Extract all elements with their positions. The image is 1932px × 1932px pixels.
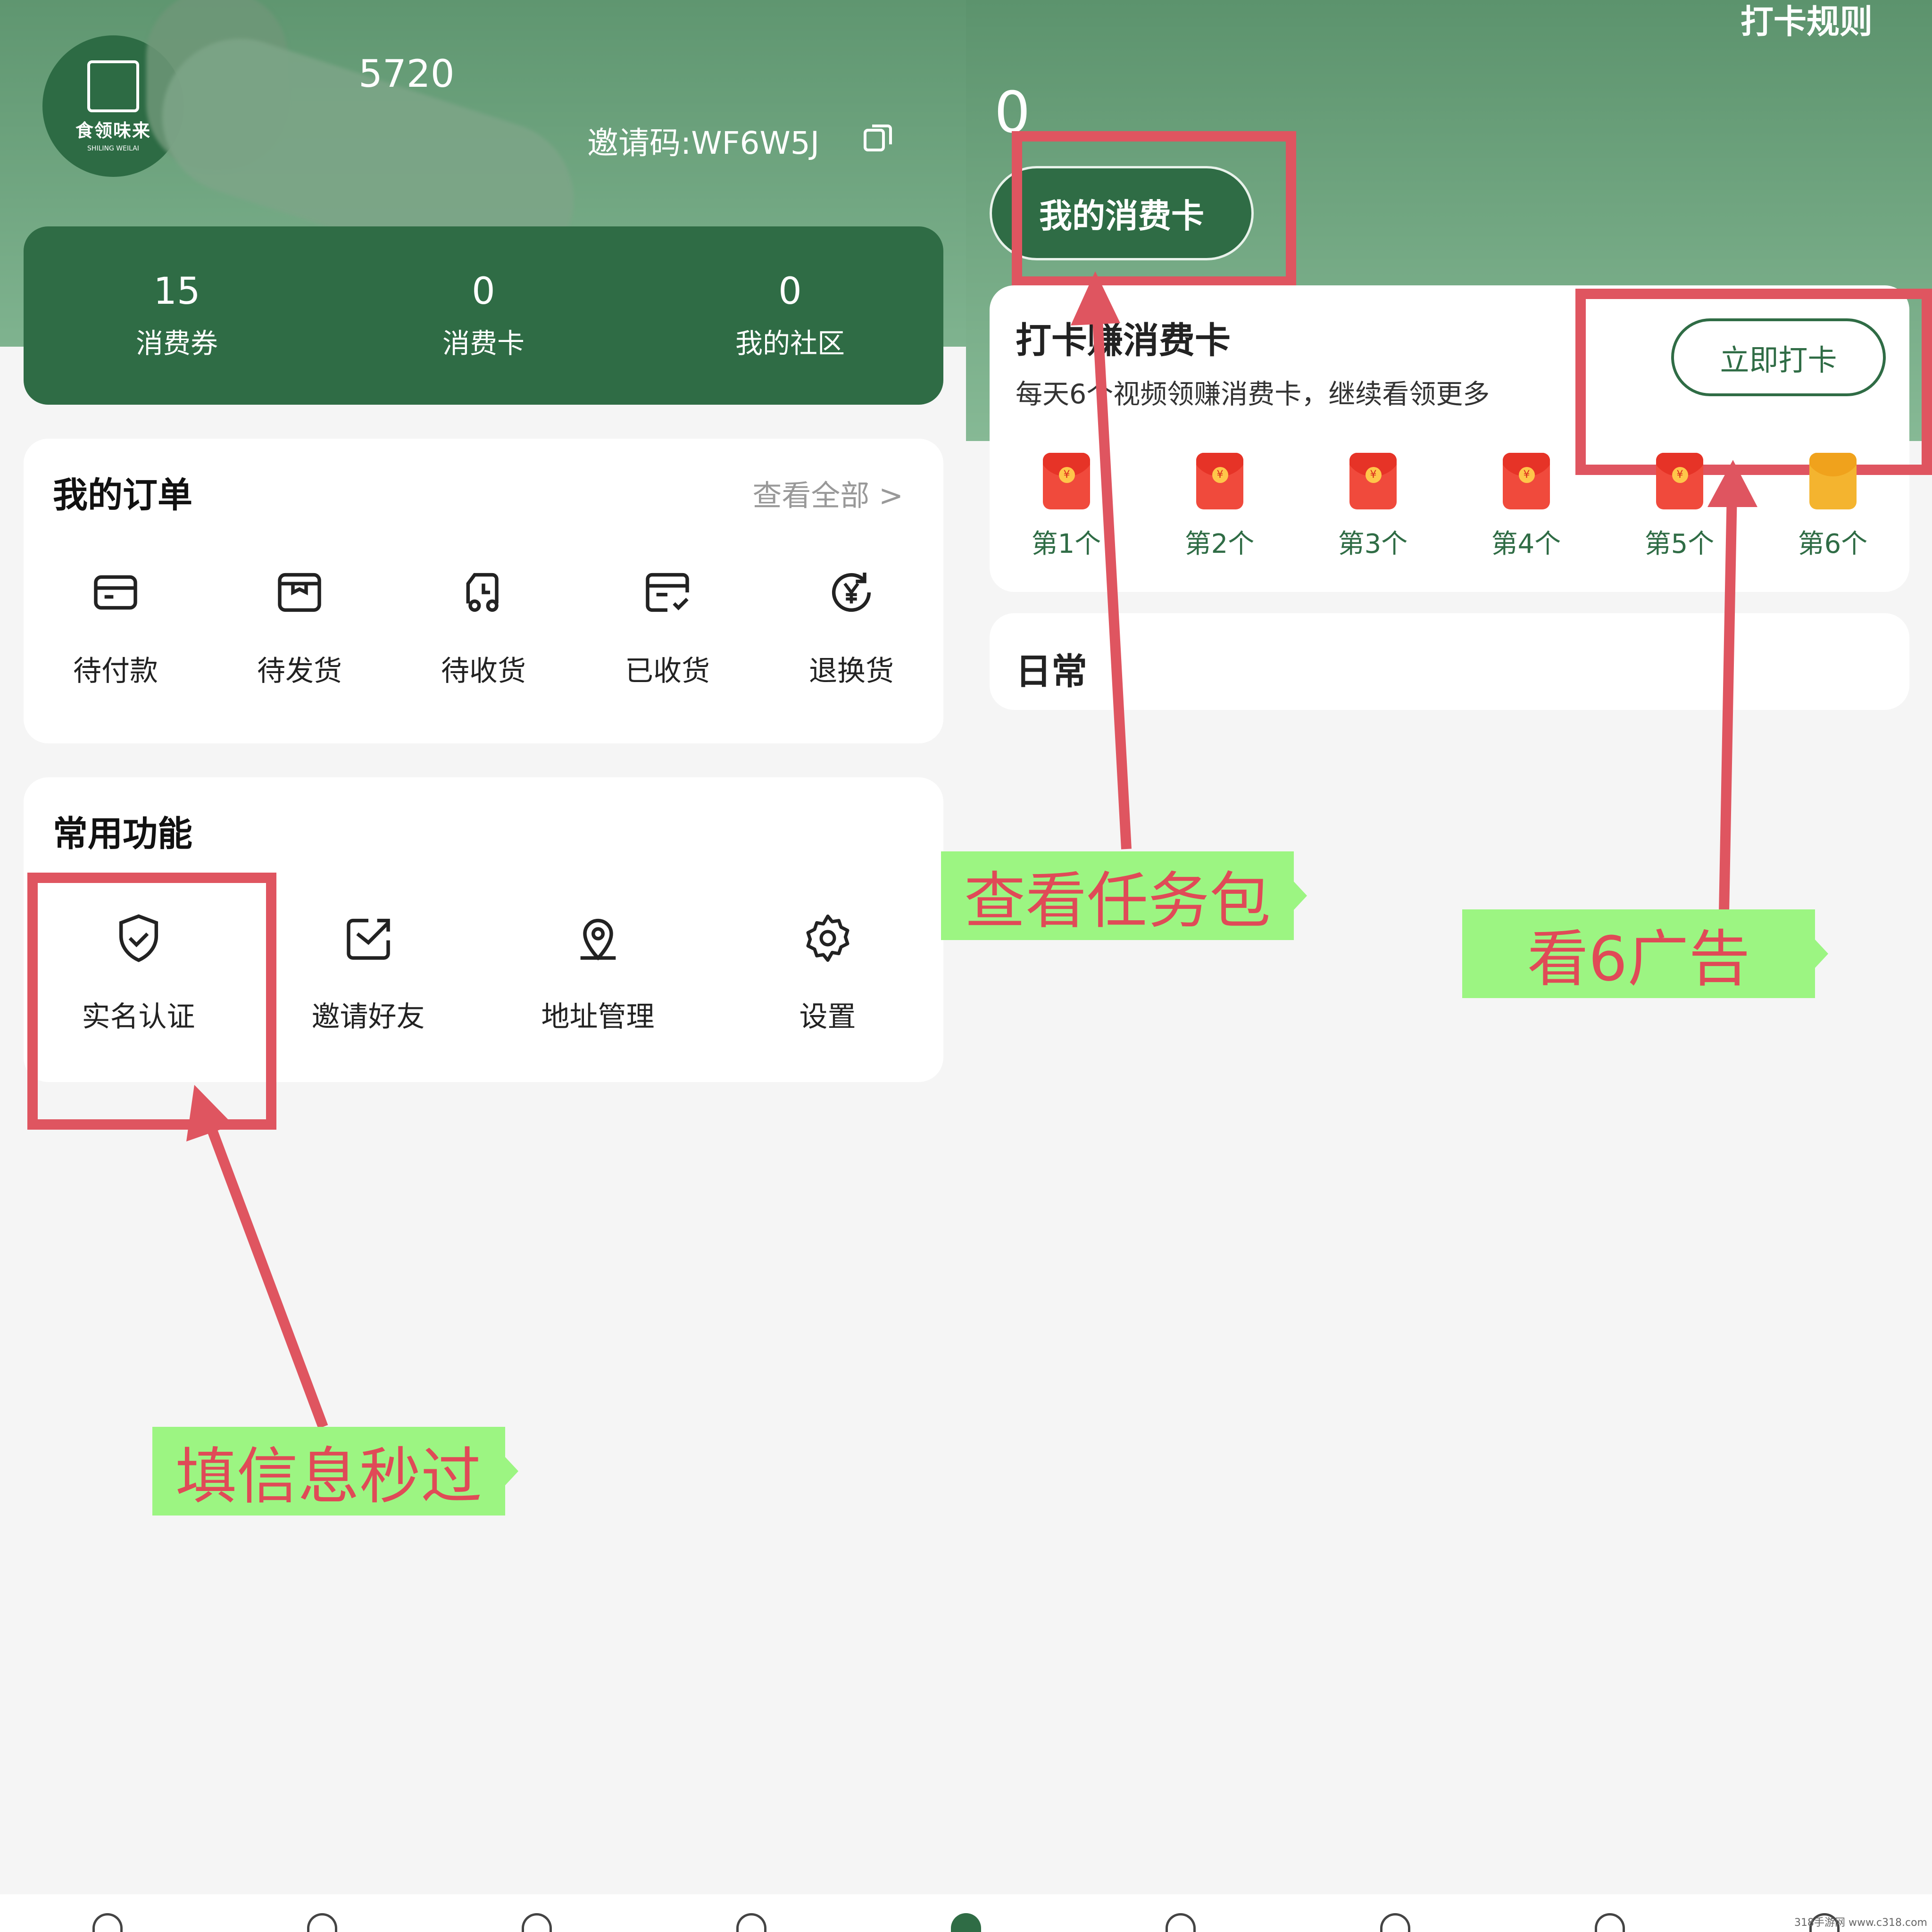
order-pending-shipment[interactable]: 待发货: [208, 566, 391, 689]
callout-task: 查看任务包: [941, 851, 1307, 940]
red-packet-icon: ¥: [1502, 453, 1550, 509]
daily-title: 日常: [1016, 650, 1087, 692]
gift-icon: [1809, 453, 1857, 509]
nav-tab-icon[interactable]: [521, 1913, 552, 1932]
nav-tab-icon[interactable]: [1595, 1913, 1625, 1932]
red-packet-icon: ¥: [1196, 453, 1243, 509]
stat-value: 0: [472, 270, 495, 313]
reward-item[interactable]: ¥ 第3个: [1296, 453, 1449, 561]
box-icon: [278, 573, 321, 612]
stat-value: 0: [778, 270, 802, 313]
reward-item[interactable]: 第6个: [1756, 453, 1909, 561]
orders-card: 我的订单 查看全部 > 待付款 待发货 待收货 已收货 退换货: [24, 439, 943, 743]
reward-label: 第3个: [1338, 529, 1408, 559]
callout-ads: 看6广告: [1462, 909, 1828, 998]
logo-mark-icon: [87, 60, 139, 112]
stat-community[interactable]: 0 我的社区: [637, 226, 943, 405]
invite-icon: [346, 918, 390, 960]
reward-item[interactable]: ¥ 第4个: [1449, 453, 1603, 561]
stat-coupons[interactable]: 15 消费券: [24, 226, 330, 405]
location-icon: [580, 918, 616, 961]
daily-card: 日常: [990, 613, 1909, 710]
reward-item[interactable]: ¥ 第5个: [1603, 453, 1756, 561]
received-icon: [646, 573, 689, 612]
orders-title: 我的订单: [53, 475, 192, 516]
stat-label: 我的社区: [735, 327, 845, 359]
order-label: 已收货: [625, 655, 710, 688]
user-id: 5720: [358, 52, 455, 96]
nav-tab-icon[interactable]: [736, 1913, 766, 1932]
nav-tab-icon[interactable]: [307, 1913, 337, 1932]
red-packet-icon: ¥: [1656, 453, 1703, 509]
stat-cards[interactable]: 0 消费卡: [330, 226, 637, 405]
red-packet-icon: ¥: [1349, 453, 1397, 509]
nav-active-icon[interactable]: [950, 1913, 981, 1932]
stat-label: 消费卡: [442, 327, 525, 359]
gear-icon: [806, 914, 849, 962]
reward-label: 第2个: [1184, 529, 1255, 559]
reward-label: 第4个: [1491, 529, 1561, 559]
order-pending-payment[interactable]: 待付款: [24, 566, 208, 689]
functions-title: 常用功能: [53, 814, 192, 854]
function-label: 邀请好友: [311, 1000, 425, 1033]
order-refund[interactable]: 退换货: [759, 566, 943, 689]
nav-home-icon[interactable]: [92, 1913, 123, 1932]
order-label: 待付款: [73, 655, 158, 688]
view-all-link[interactable]: 查看全部 >: [752, 472, 903, 514]
checkin-rules-link[interactable]: 打卡规则: [1740, 0, 1873, 43]
logo-text: 食领味来: [75, 120, 151, 141]
settings[interactable]: 设置: [713, 912, 942, 1035]
stat-value: 15: [153, 270, 200, 313]
callout-verify: 填信息秒过: [152, 1427, 518, 1516]
reward-label: 第6个: [1798, 529, 1868, 559]
reward-item[interactable]: ¥ 第1个: [990, 453, 1143, 561]
function-label: 地址管理: [541, 1000, 655, 1033]
arrow-line-verify: [202, 1116, 328, 1429]
refund-icon: [832, 573, 871, 612]
stat-label: 消费券: [135, 327, 218, 359]
checkin-subtitle: 每天6个视频领赚消费卡，继续看领更多: [1016, 379, 1490, 410]
red-packet-icon: ¥: [1042, 453, 1090, 509]
order-label: 待收货: [441, 655, 526, 688]
reward-label: 第1个: [1031, 529, 1101, 559]
address-management[interactable]: 地址管理: [483, 912, 713, 1035]
order-pending-receipt[interactable]: 待收货: [391, 566, 575, 689]
reward-row: ¥ 第1个 ¥ 第2个 ¥ 第3个 ¥ 第4个 ¥ 第5个 第6个: [990, 453, 1909, 561]
watermark: 318手游网 www.c318.com: [1794, 1917, 1927, 1929]
annotation-box-checkin: [1575, 289, 1932, 475]
invite-friends[interactable]: 邀请好友: [253, 912, 483, 1035]
invite-code: 邀请码:WF6W5J: [587, 125, 820, 161]
order-label: 退换货: [809, 655, 894, 688]
reward-item[interactable]: ¥ 第2个: [1143, 453, 1296, 561]
truck-icon: [466, 573, 499, 612]
copy-icon[interactable]: [861, 120, 895, 154]
bottom-nav: [0, 1894, 1932, 1932]
reward-label: 第5个: [1644, 529, 1715, 559]
order-status-row: 待付款 待发货 待收货 已收货 退换货: [24, 566, 943, 689]
logo-english: SHILING WEILAI: [87, 144, 139, 152]
annotation-box-verify: [27, 873, 276, 1130]
order-received[interactable]: 已收货: [575, 566, 759, 689]
annotation-box-my-card: [1012, 131, 1296, 287]
nav-tab-icon[interactable]: [1380, 1913, 1411, 1932]
order-label: 待发货: [257, 655, 342, 688]
nav-home-icon[interactable]: [1166, 1913, 1196, 1932]
stats-panel: 15 消费券 0 消费卡 0 我的社区: [24, 226, 943, 405]
checkin-title: 打卡赚消费卡: [1016, 319, 1231, 361]
wallet-icon: [94, 575, 137, 610]
function-label: 设置: [799, 1000, 856, 1033]
